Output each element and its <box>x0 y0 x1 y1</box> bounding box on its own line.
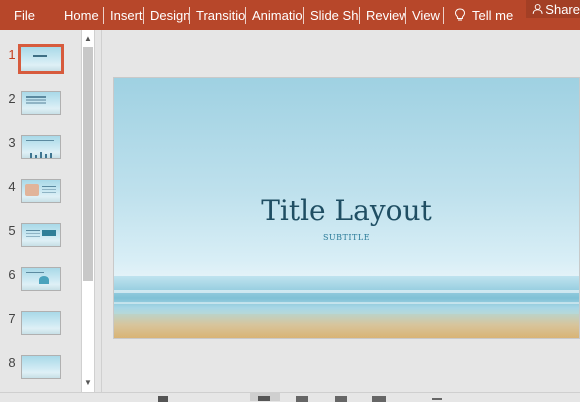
share-button[interactable]: Share <box>526 0 580 18</box>
slide-number: 6 <box>8 267 16 282</box>
notes-icon[interactable] <box>158 396 168 402</box>
thumbnail-slide-6[interactable]: 6 <box>0 267 82 307</box>
thumb-title-line <box>26 272 44 273</box>
slide-thumbnail[interactable] <box>21 223 61 247</box>
thumbnail-slide-8[interactable]: 8 <box>0 355 82 395</box>
thumbnail-slide-2[interactable]: 2 <box>0 91 82 131</box>
thumb-box <box>42 230 56 236</box>
thumb-bar-chart <box>30 143 55 158</box>
slide-thumbnail[interactable] <box>21 179 61 203</box>
slide-thumbnail[interactable] <box>21 355 61 379</box>
reading-view-icon[interactable] <box>335 396 347 402</box>
share-label: Share <box>545 1 580 17</box>
thumbnail-slide-5[interactable]: 5 <box>0 223 82 263</box>
slide-thumbnail[interactable] <box>18 44 64 74</box>
thumb-title-line <box>26 140 54 141</box>
tab-slide-show[interactable]: Slide Show <box>304 6 360 24</box>
tab-file[interactable]: File <box>0 7 58 24</box>
tab-transitions[interactable]: Transitions <box>190 6 246 24</box>
tab-home[interactable]: Home <box>58 6 104 24</box>
thumbnail-scrollbar[interactable]: ▲ ▼ <box>81 30 95 392</box>
thumbnail-slide-4[interactable]: 4 <box>0 179 82 219</box>
slide-number: 2 <box>8 91 16 106</box>
slide-canvas[interactable]: Title Layout SUBTITLE <box>113 77 580 339</box>
ribbon-tab-bar: File Home Insert Design Transitions Anim… <box>0 0 580 30</box>
tab-insert[interactable]: Insert <box>104 6 144 24</box>
scrollbar-thumb[interactable] <box>83 47 93 281</box>
slide-title[interactable]: Title Layout <box>114 194 579 227</box>
tab-design[interactable]: Design <box>144 6 190 24</box>
tell-me-search[interactable]: Tell me <box>444 8 526 23</box>
sea-background <box>114 276 579 316</box>
slide-number: 5 <box>8 223 16 238</box>
slide-number: 7 <box>8 311 16 326</box>
thumbnail-slide-1[interactable]: 1 <box>0 44 82 87</box>
wave-highlight <box>114 302 579 304</box>
tab-review[interactable]: Review <box>360 6 406 24</box>
tell-me-label: Tell me <box>472 7 514 23</box>
slide-thumbnail[interactable] <box>21 311 61 335</box>
slide-number: 1 <box>8 47 16 62</box>
slide-number: 3 <box>8 135 16 150</box>
thumb-photo <box>25 184 39 196</box>
slide-number: 4 <box>8 179 16 194</box>
lightbulb-icon <box>454 8 466 21</box>
triangle-up-icon[interactable]: ▲ <box>82 32 94 46</box>
slide-sorter-icon[interactable] <box>296 396 308 402</box>
triangle-down-icon[interactable]: ▼ <box>82 376 94 390</box>
person-icon <box>532 4 543 14</box>
tab-view[interactable]: View <box>406 6 444 24</box>
thumb-title-line <box>33 55 47 57</box>
slide-thumbnail[interactable] <box>21 135 61 159</box>
sand-background <box>114 314 579 338</box>
thumbnail-slide-3[interactable]: 3 <box>0 135 82 175</box>
slide-number: 8 <box>8 355 16 370</box>
normal-view-icon <box>258 396 270 401</box>
wave-highlight <box>114 290 579 293</box>
thumb-text-lines <box>26 96 46 98</box>
slide-show-icon[interactable] <box>372 396 386 402</box>
thumb-heart-shape <box>39 276 49 284</box>
slide-thumbnail[interactable] <box>21 267 61 291</box>
tab-animations[interactable]: Animations <box>246 6 304 24</box>
thumbnail-slide-7[interactable]: 7 <box>0 311 82 351</box>
slide-thumbnail[interactable] <box>21 91 61 115</box>
thumb-text-lines <box>42 186 56 187</box>
thumb-text-lines <box>26 230 40 231</box>
slide-subtitle[interactable]: SUBTITLE <box>114 233 579 242</box>
